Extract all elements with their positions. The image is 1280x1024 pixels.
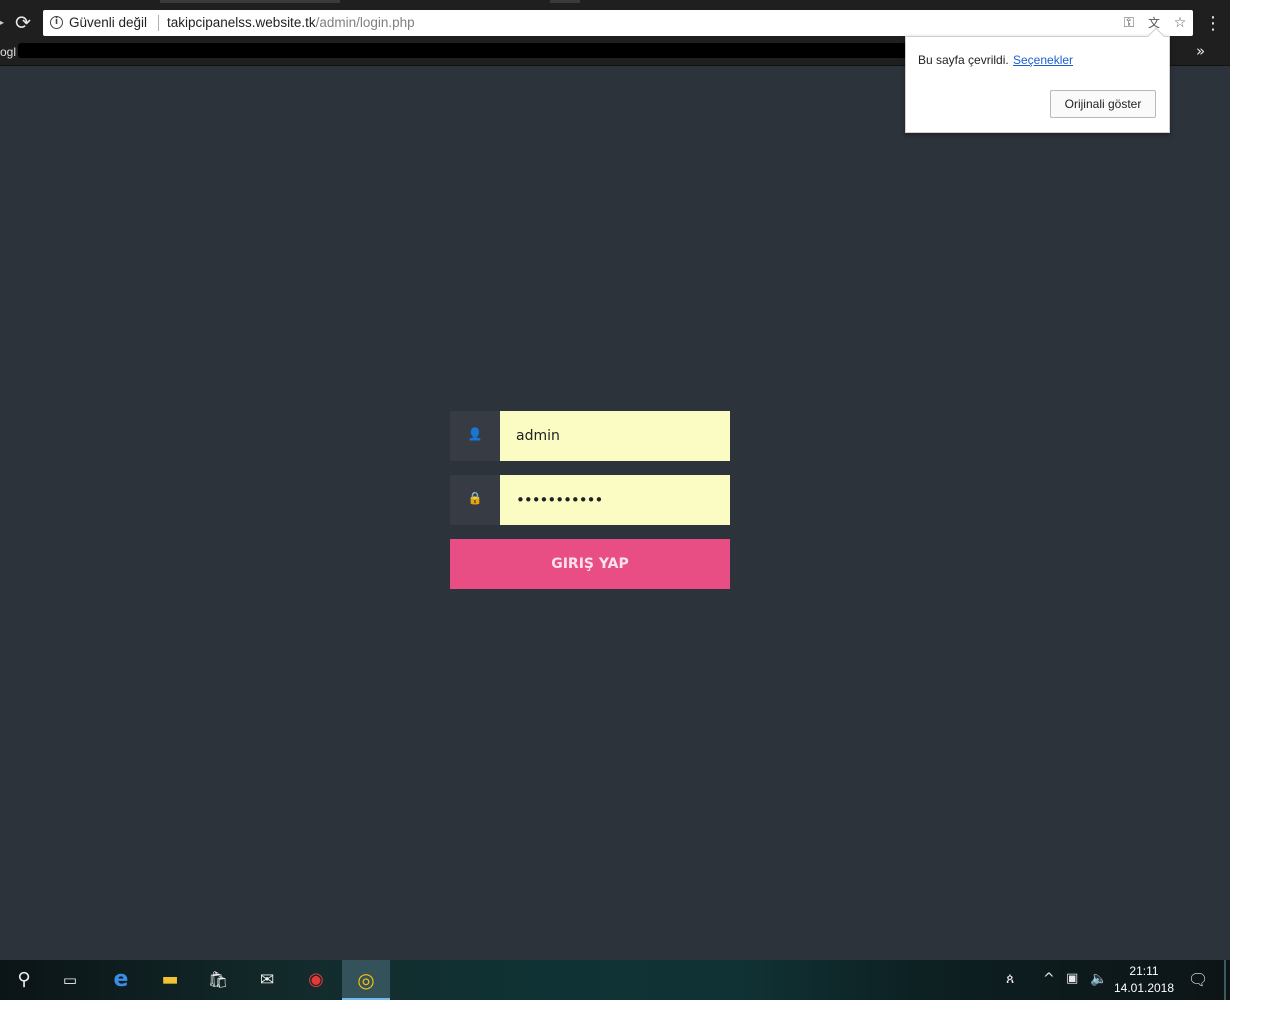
taskbar-store-button[interactable]: 🛍 <box>194 960 242 1000</box>
password-field: 🔒 <box>450 475 730 525</box>
url-path: /admin/login.php <box>315 15 415 30</box>
username-field: 👤 <box>450 411 730 461</box>
translate-message: Bu sayfa çevrildi. <box>918 53 1009 67</box>
url-text[interactable]: takipcipanelss.website.tk/admin/login.ph… <box>167 15 415 30</box>
taskbar-task-view-button[interactable]: ▭ <box>46 960 94 1000</box>
translate-popup: Bu sayfa çevrildi. Seçenekler Orijinali … <box>905 27 1170 133</box>
taskbar: ⚲ ▭ e ▬ 🛍 ✉ ◉ ◎ ጰ ^ ▣ 🔈 21:11 14.01.2018… <box>0 960 1230 1000</box>
taskbar-antivirus-button[interactable]: ◉ <box>292 960 340 1000</box>
action-center-icon[interactable]: 🗨 <box>1188 970 1208 989</box>
username-input[interactable] <box>500 411 730 461</box>
taskbar-edge-button[interactable]: e <box>97 960 145 1000</box>
network-icon[interactable]: ▣ <box>1066 971 1078 986</box>
security-label[interactable]: Güvenli değil <box>69 15 147 30</box>
url-host: takipcipanelss.website.tk <box>167 15 316 30</box>
tab-edge[interactable] <box>160 0 340 3</box>
username-addon: 👤 <box>450 411 500 461</box>
store-icon: 🛍 <box>207 970 229 989</box>
lock-icon: 🔒 <box>467 491 483 505</box>
browser-toolbar: ▸ ⟳ i Güvenli değil takipcipanelss.websi… <box>0 4 1230 40</box>
password-addon: 🔒 <box>450 475 500 525</box>
taskbar-clock[interactable]: 21:11 14.01.2018 <box>1110 963 1178 997</box>
address-separator <box>158 15 159 31</box>
active-indicator <box>342 998 390 1000</box>
reload-icon[interactable]: ⟳ <box>12 13 34 35</box>
info-icon[interactable]: i <box>50 16 63 29</box>
tab-edge[interactable] <box>550 0 580 3</box>
bookmark-star-icon[interactable]: ☆ <box>1171 14 1189 32</box>
search-icon: ⚲ <box>17 969 31 990</box>
login-form: 👤 🔒 GIRIŞ YAP <box>450 411 730 589</box>
clock-date: 14.01.2018 <box>1113 981 1175 995</box>
taskbar-explorer-button[interactable]: ▬ <box>146 960 194 1000</box>
login-button[interactable]: GIRIŞ YAP <box>450 539 730 589</box>
task-view-icon: ▭ <box>62 971 78 989</box>
bookmark-item[interactable]: ogl <box>0 45 16 59</box>
show-desktop-button[interactable] <box>1224 960 1226 1000</box>
antivirus-icon: ◉ <box>308 969 324 990</box>
clock-time: 21:11 <box>1129 964 1159 978</box>
browser-menu-icon[interactable]: ⋮ <box>1204 14 1222 34</box>
mail-icon: ✉ <box>259 970 275 990</box>
key-icon[interactable]: ⚿ <box>1120 14 1138 32</box>
tray-expand-icon[interactable]: ^ <box>1043 971 1055 987</box>
address-bar[interactable]: i Güvenli değil takipcipanelss.website.t… <box>43 10 1193 36</box>
translate-options-link[interactable]: Seçenekler <box>1013 53 1073 67</box>
edge-icon: e <box>113 967 129 992</box>
people-icon[interactable]: ጰ <box>1006 971 1014 987</box>
file-explorer-icon: ▬ <box>161 969 179 990</box>
redacted-bookmarks <box>18 43 910 58</box>
chrome-icon: ◎ <box>357 968 375 992</box>
password-input[interactable] <box>500 475 730 525</box>
back-icon[interactable]: ▸ <box>0 16 4 28</box>
volume-icon[interactable]: 🔈 <box>1090 971 1107 987</box>
show-original-button[interactable]: Orijinali göster <box>1050 90 1156 118</box>
browser-window: ▸ ⟳ i Güvenli değil takipcipanelss.websi… <box>0 0 1230 1000</box>
bookmarks-overflow-icon[interactable]: » <box>1196 42 1205 60</box>
taskbar-search-button[interactable]: ⚲ <box>0 960 48 1000</box>
user-icon: 👤 <box>467 427 483 441</box>
taskbar-chrome-button[interactable]: ◎ <box>342 960 390 1000</box>
taskbar-mail-button[interactable]: ✉ <box>243 960 291 1000</box>
